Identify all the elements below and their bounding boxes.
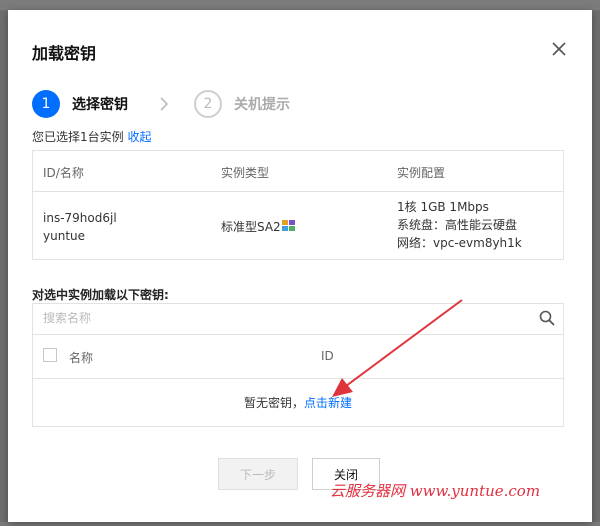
instance-id: ins-79hod6jl <box>43 211 117 225</box>
step-label: 选择密钥 <box>72 97 128 113</box>
select-all-checkbox[interactable] <box>43 348 57 362</box>
key-section-label: 对选中实例加载以下密钥: <box>32 288 169 302</box>
instance-type-cell: 标准型SA2 <box>221 218 296 236</box>
backdrop-strip-top <box>0 0 600 10</box>
step-label: 关机提示 <box>234 97 290 113</box>
step-number: 1 <box>32 90 60 118</box>
instance-config-cell: 1核 1GB 1Mbps 系统盘：高性能云硬盘 网络：vpc-evm8yh1k <box>397 198 522 252</box>
load-key-dialog: 加载密钥 1 选择密钥 2 关机提示 您已选择1台实例 收起 ID/名称 实例类… <box>8 10 592 522</box>
column-header-id-name: ID/名称 <box>43 166 84 180</box>
close-icon[interactable] <box>550 40 568 58</box>
instance-table: ID/名称 实例类型 实例配置 ins-79hod6jl yuntue 标准型S… <box>32 150 564 260</box>
table-header: ID/名称 实例类型 实例配置 <box>33 151 563 192</box>
next-step-button[interactable]: 下一步 <box>218 458 298 490</box>
key-list: 名称 ID 暂无密钥，点击新建 <box>32 303 564 427</box>
collapse-link[interactable]: 收起 <box>127 130 151 144</box>
search-icon[interactable] <box>539 310 555 326</box>
config-network: 网络：vpc-evm8yh1k <box>397 236 522 250</box>
column-header-instance-type: 实例类型 <box>221 166 270 180</box>
search-input[interactable] <box>33 304 513 332</box>
key-search-bar <box>33 304 563 335</box>
backdrop-strip-bottom <box>0 522 600 526</box>
chevron-right-icon <box>158 96 170 112</box>
step-number: 2 <box>194 90 222 118</box>
step-select-key: 1 选择密钥 <box>32 90 128 118</box>
table-row: ins-79hod6jl yuntue 标准型SA2 1核 1GB 1Mbps … <box>33 192 563 260</box>
selected-instances-info: 您已选择1台实例 收起 <box>32 128 151 145</box>
step-shutdown-tip: 2 关机提示 <box>194 90 290 118</box>
create-key-link[interactable]: 点击新建 <box>304 396 352 410</box>
key-table-header: 名称 ID <box>33 335 563 379</box>
instance-name: yuntue <box>43 229 86 243</box>
selected-count-text: 您已选择1台实例 <box>32 130 124 144</box>
column-header-id: ID <box>321 349 334 363</box>
config-disk: 系统盘：高性能云硬盘 <box>397 218 518 232</box>
empty-text: 暂无密钥， <box>243 396 304 410</box>
instance-type: 标准型SA2 <box>221 220 281 234</box>
dialog-title: 加载密钥 <box>32 44 97 63</box>
config-spec: 1核 1GB 1Mbps <box>397 200 489 214</box>
empty-state: 暂无密钥，点击新建 <box>33 394 563 411</box>
sa2-badge-icon <box>281 219 296 231</box>
column-header-name: 名称 <box>69 351 94 365</box>
stepper: 1 选择密钥 2 关机提示 <box>32 90 290 118</box>
column-header-instance-config: 实例配置 <box>397 166 446 180</box>
instance-id-name-cell: ins-79hod6jl yuntue <box>43 209 117 245</box>
watermark: 云服务器网 www.yuntue.com <box>330 482 541 500</box>
